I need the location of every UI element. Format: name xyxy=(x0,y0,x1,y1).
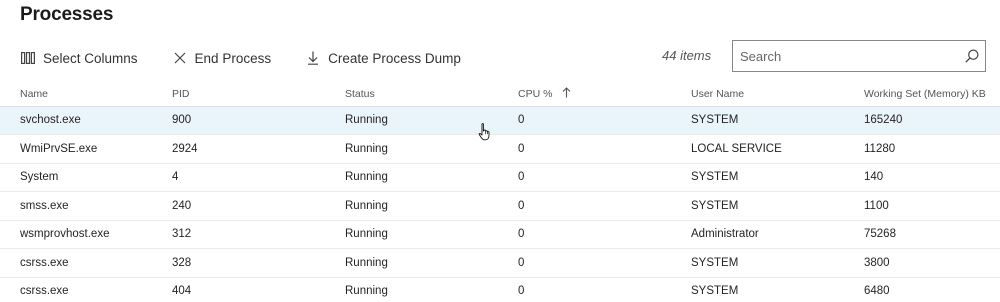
page-title: Processes xyxy=(20,4,114,25)
close-icon xyxy=(172,50,188,66)
cell-status: Running xyxy=(325,163,498,192)
cell-user: SYSTEM xyxy=(671,163,844,192)
table-row[interactable]: WmiPrvSE.exe 2924 Running 0 LOCAL SERVICE 112… xyxy=(0,134,1000,164)
cell-cpu: 0 xyxy=(498,163,671,192)
cell-cpu: 0 xyxy=(498,106,671,135)
cell-cpu: 0 xyxy=(498,191,671,221)
table-row[interactable]: svchost.exe 900 Running 0 SYSTEM 165240 xyxy=(0,106,1000,135)
cell-memory: 11280 xyxy=(844,134,1000,164)
column-header-status[interactable]: Status xyxy=(325,83,498,107)
cell-name: svchost.exe xyxy=(0,106,152,135)
cell-pid: 900 xyxy=(152,106,325,135)
table-header-row: Name PID Status CPU % User Name Working … xyxy=(0,83,1000,107)
cell-name: wsmprovhost.exe xyxy=(0,220,152,249)
item-count: 44 items xyxy=(662,48,712,63)
cell-user: SYSTEM xyxy=(671,277,844,302)
columns-icon xyxy=(20,50,36,66)
column-header-cpu-label: CPU % xyxy=(518,88,553,101)
cell-pid: 4 xyxy=(152,163,325,192)
cell-pid: 240 xyxy=(152,191,325,221)
cell-name: csrss.exe xyxy=(0,277,152,302)
cell-status: Running xyxy=(325,248,498,278)
column-header-name[interactable]: Name xyxy=(0,83,152,107)
toolbar: Select Columns End Process Create Proces… xyxy=(20,47,495,69)
cell-name: smss.exe xyxy=(0,191,152,221)
cell-user: SYSTEM xyxy=(671,191,844,221)
process-table: Name PID Status CPU % User Name Working … xyxy=(0,83,1000,302)
table-row[interactable]: csrss.exe 404 Running 0 SYSTEM 6480 xyxy=(0,277,1000,302)
cell-cpu: 0 xyxy=(498,277,671,302)
search-input[interactable] xyxy=(733,41,959,71)
cell-status: Running xyxy=(325,220,498,249)
cell-memory: 6480 xyxy=(844,277,1000,302)
column-header-cpu[interactable]: CPU % xyxy=(498,83,671,107)
cell-memory: 3800 xyxy=(844,248,1000,278)
cell-user: SYSTEM xyxy=(671,248,844,278)
cell-pid: 2924 xyxy=(152,134,325,164)
table-row[interactable]: csrss.exe 328 Running 0 SYSTEM 3800 xyxy=(0,248,1000,278)
cell-memory: 165240 xyxy=(844,106,1000,135)
cell-cpu: 0 xyxy=(498,248,671,278)
create-process-dump-button[interactable]: Create Process Dump xyxy=(305,50,461,66)
cell-pid: 404 xyxy=(152,277,325,302)
sort-ascending-icon xyxy=(562,87,571,101)
table-row[interactable]: smss.exe 240 Running 0 SYSTEM 1100 xyxy=(0,191,1000,221)
table-row[interactable]: wsmprovhost.exe 312 Running 0 Administrator 7… xyxy=(0,220,1000,249)
column-header-memory[interactable]: Working Set (Memory) KB xyxy=(844,83,1000,107)
cell-status: Running xyxy=(325,191,498,221)
table-body: svchost.exe 900 Running 0 SYSTEM 165240 WmiPrv… xyxy=(0,106,1000,302)
table-row[interactable]: System 4 Running 0 SYSTEM 140 xyxy=(0,163,1000,192)
cell-status: Running xyxy=(325,277,498,302)
cell-pid: 312 xyxy=(152,220,325,249)
cell-memory: 1100 xyxy=(844,191,1000,221)
column-header-pid[interactable]: PID xyxy=(152,83,325,107)
cell-cpu: 0 xyxy=(498,134,671,164)
search-icon[interactable] xyxy=(959,41,985,71)
column-header-user[interactable]: User Name xyxy=(671,83,844,107)
cell-name: csrss.exe xyxy=(0,248,152,278)
cell-name: WmiPrvSE.exe xyxy=(0,134,152,164)
cell-user: Administrator xyxy=(671,220,844,249)
cell-pid: 328 xyxy=(152,248,325,278)
select-columns-label: Select Columns xyxy=(43,50,138,66)
cell-memory: 140 xyxy=(844,163,1000,192)
search-box xyxy=(732,40,986,72)
create-process-dump-label: Create Process Dump xyxy=(328,50,461,66)
cell-status: Running xyxy=(325,106,498,135)
cell-user: LOCAL SERVICE xyxy=(671,134,844,164)
select-columns-button[interactable]: Select Columns xyxy=(20,50,138,66)
end-process-button[interactable]: End Process xyxy=(172,50,272,66)
cell-memory: 75268 xyxy=(844,220,1000,249)
cell-cpu: 0 xyxy=(498,220,671,249)
cell-user: SYSTEM xyxy=(671,106,844,135)
end-process-label: End Process xyxy=(194,50,272,66)
download-icon xyxy=(305,50,321,66)
cell-status: Running xyxy=(325,134,498,164)
cell-name: System xyxy=(0,163,152,192)
